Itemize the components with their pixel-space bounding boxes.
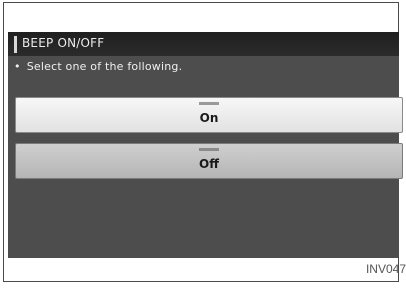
figure-code: INV047	[365, 262, 406, 276]
screen-title: BEEP ON/OFF	[22, 36, 105, 50]
on-button-label: On	[199, 111, 219, 125]
title-bar: BEEP ON/OFF	[8, 32, 399, 56]
on-indicator-icon	[199, 102, 219, 105]
on-button[interactable]: On	[15, 97, 403, 133]
off-indicator-icon	[199, 148, 219, 151]
title-accent-bar	[14, 36, 17, 53]
off-button-label: Off	[199, 157, 219, 171]
off-button[interactable]: Off	[15, 143, 403, 179]
instruction-label: Select one of the following.	[26, 60, 183, 73]
instruction-text: • Select one of the following.	[14, 60, 182, 73]
bullet-icon: •	[14, 60, 21, 73]
